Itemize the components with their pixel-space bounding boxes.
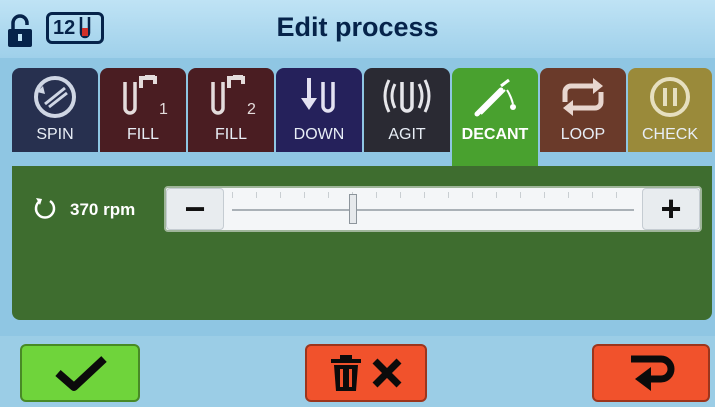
trash-icon [331, 355, 361, 391]
down-icon [301, 78, 335, 113]
speed-slider[interactable]: − + [164, 186, 702, 232]
agitate-icon [383, 79, 431, 113]
slider-thumb[interactable] [348, 194, 357, 224]
fill-number: 1 [159, 101, 168, 118]
tab-label-loop: LOOP [560, 126, 606, 143]
fill-1-icon: 1 [123, 75, 168, 118]
tab-loop[interactable]: LOOP [540, 68, 626, 152]
return-arrow-icon [631, 355, 675, 391]
speed-readout: 370 rpm [70, 200, 136, 219]
tab-fill-2[interactable]: 2 FILL [188, 68, 274, 152]
tab-label-spin: SPIN [36, 126, 74, 143]
tab-check[interactable]: CHECK [628, 68, 712, 152]
fill-2-icon: 2 [211, 75, 256, 118]
slider-ticks [232, 192, 634, 198]
slider-track[interactable] [232, 209, 634, 211]
fill-number: 2 [247, 101, 256, 118]
delete-step-button[interactable] [305, 344, 427, 402]
checkmark-icon [55, 356, 107, 391]
increase-speed-button[interactable]: + [642, 188, 700, 230]
tab-fill-1[interactable]: 1 FILL [100, 68, 186, 152]
tab-label-decant: DECANT [461, 126, 529, 143]
tab-agit[interactable]: AGIT [364, 68, 450, 152]
bottom-action-bar [0, 336, 715, 407]
x-icon [372, 358, 402, 388]
confirm-button[interactable] [20, 344, 140, 402]
decant-icon [474, 78, 516, 117]
tab-decant[interactable]: DECANT [452, 68, 538, 166]
tab-label-check: CHECK [641, 126, 698, 143]
rotation-icon [34, 198, 56, 219]
page-title: Edit process [276, 12, 439, 42]
tab-label-fill-1: FILL [126, 126, 159, 143]
tab-label-agit: AGIT [388, 126, 426, 143]
tab-label-down: DOWN [293, 126, 345, 143]
tab-down[interactable]: DOWN [276, 68, 362, 152]
process-step-tabs: SPIN 1 FILL 2 FILL DOWN AGIT DECANT LOOP… [12, 68, 712, 166]
decant-settings-panel: 370 rpm − + [12, 166, 712, 320]
pause-check-icon [650, 77, 690, 117]
tab-spin[interactable]: SPIN [12, 68, 98, 152]
spin-icon [34, 76, 76, 118]
back-button[interactable] [592, 344, 710, 402]
tab-label-fill-2: FILL [214, 126, 247, 143]
header-bar: 12 Edit process [0, 0, 715, 58]
loop-icon [562, 78, 604, 116]
decrease-speed-button[interactable]: − [166, 188, 224, 230]
